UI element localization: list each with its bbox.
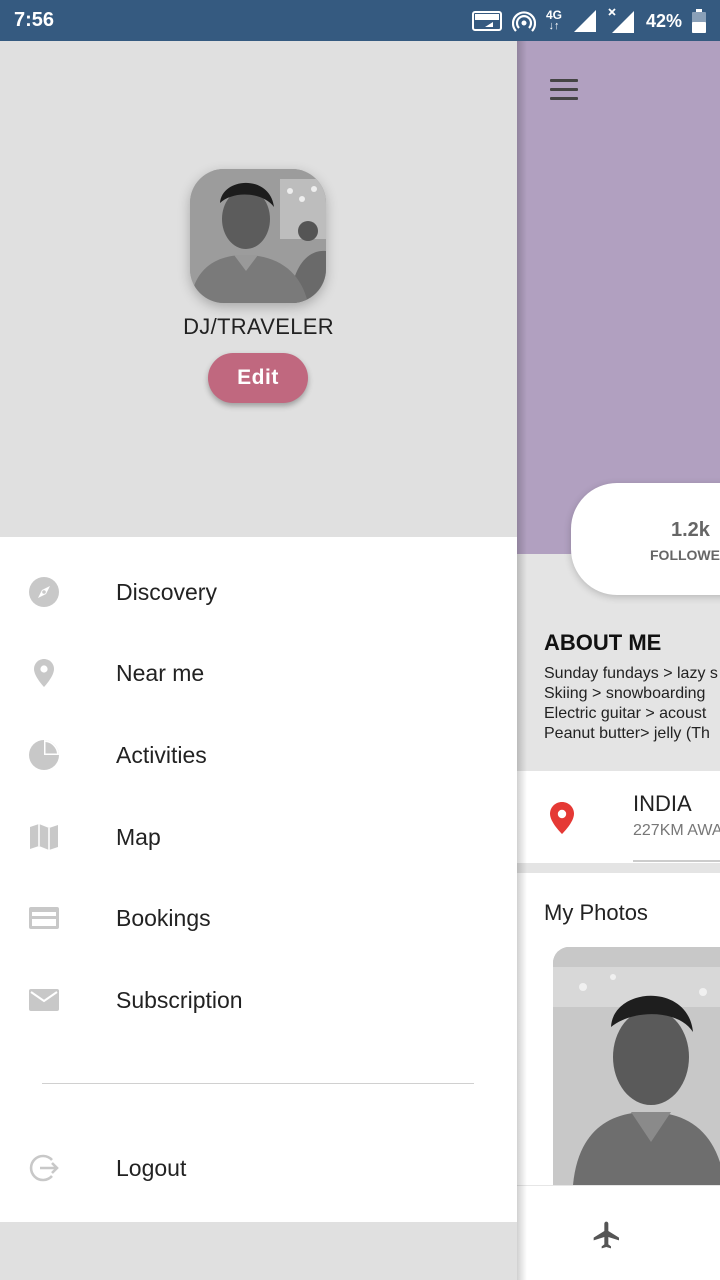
signal-x-icon bbox=[608, 8, 636, 34]
map-icon bbox=[30, 824, 58, 850]
volte-icon bbox=[471, 11, 502, 31]
airplane-icon[interactable] bbox=[591, 1219, 623, 1251]
network-4g-icon: 4G ↓↑ bbox=[546, 9, 562, 32]
location-distance: 227KM AWA bbox=[633, 822, 720, 839]
location-pin-icon bbox=[550, 802, 574, 834]
menu-item-logout[interactable]: Logout bbox=[0, 1133, 517, 1203]
battery-icon bbox=[692, 9, 706, 33]
menu-item-label: Activities bbox=[116, 742, 207, 768]
followers-card[interactable]: 1.2k FOLLOWER bbox=[571, 483, 720, 595]
menu-item-label: Map bbox=[116, 824, 161, 850]
menu-item-discovery[interactable]: Discovery bbox=[0, 557, 517, 627]
location-card[interactable]: INDIA 227KM AWA bbox=[517, 771, 720, 863]
status-bar: 7:56 4G ↓↑ 42% bbox=[0, 0, 720, 41]
profile-header bbox=[517, 41, 720, 554]
menu-item-near-me[interactable]: Near me bbox=[0, 638, 517, 708]
photos-card: My Photos bbox=[517, 873, 720, 1185]
menu-item-activities[interactable]: Activities bbox=[0, 720, 517, 790]
status-icons: 4G ↓↑ 42% bbox=[471, 8, 706, 34]
drawer-header: DJ/TRAVELER Edit bbox=[0, 41, 517, 537]
about-title: ABOUT ME bbox=[544, 630, 662, 655]
drawer-shadow bbox=[517, 41, 527, 1280]
logout-icon bbox=[29, 1154, 59, 1182]
about-line: Skiing > snowboarding bbox=[544, 685, 706, 702]
hotspot-icon bbox=[511, 9, 536, 33]
status-time: 7:56 bbox=[14, 9, 55, 31]
menu-item-label: Discovery bbox=[116, 579, 217, 605]
data-arrows-icon: ↓↑ bbox=[548, 20, 560, 32]
about-line: Peanut butter> jelly (Th bbox=[544, 725, 710, 742]
pie-chart-icon bbox=[29, 740, 59, 770]
avatar[interactable] bbox=[190, 169, 326, 303]
about-line: Electric guitar > acoust bbox=[544, 705, 707, 722]
menu-item-label: Near me bbox=[116, 660, 205, 686]
photo-thumbnail[interactable] bbox=[553, 947, 720, 1185]
location-pin-icon bbox=[34, 659, 54, 687]
menu-divider bbox=[42, 1083, 474, 1084]
location-name: INDIA bbox=[633, 791, 692, 816]
menu-item-label: Bookings bbox=[116, 905, 211, 931]
menu-item-bookings[interactable]: Bookings bbox=[0, 883, 517, 953]
drawer-menu: Discovery Near me Activities Map Booking… bbox=[0, 537, 517, 1222]
edit-button[interactable]: Edit bbox=[208, 353, 308, 403]
menu-item-map[interactable]: Map bbox=[0, 802, 517, 872]
photos-title: My Photos bbox=[544, 900, 648, 925]
navigation-drawer: DJ/TRAVELER Edit Discovery Near me Activ… bbox=[0, 41, 517, 1280]
about-text: Sunday fundays > lazy s Skiing > snowboa… bbox=[544, 664, 718, 744]
followers-count: 1.2k bbox=[671, 519, 710, 541]
menu-item-label: Logout bbox=[116, 1155, 187, 1181]
menu-icon[interactable] bbox=[550, 79, 578, 101]
about-line: Sunday fundays > lazy s bbox=[544, 665, 718, 682]
bottom-nav bbox=[517, 1185, 720, 1280]
compass-icon bbox=[29, 577, 59, 607]
signal-icon bbox=[572, 9, 598, 33]
divider bbox=[633, 860, 720, 862]
profile-screen: 1.2k FOLLOWER ABOUT ME Sunday fundays > … bbox=[517, 41, 720, 1280]
mail-icon bbox=[29, 989, 59, 1011]
battery-percent: 42% bbox=[645, 10, 682, 31]
menu-item-label: Subscription bbox=[116, 987, 243, 1013]
credit-card-icon bbox=[29, 907, 59, 929]
menu-item-subscription[interactable]: Subscription bbox=[0, 965, 517, 1035]
profile-name: DJ/TRAVELER bbox=[183, 314, 334, 339]
followers-label: FOLLOWER bbox=[650, 547, 720, 563]
